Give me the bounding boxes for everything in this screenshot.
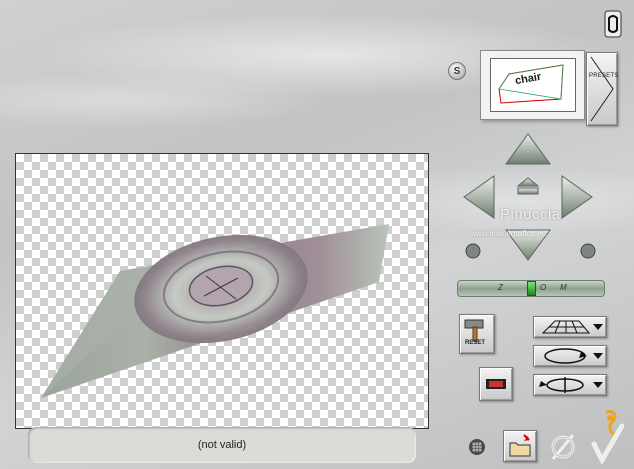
film-icon	[486, 379, 506, 389]
preview-canvas[interactable]	[15, 153, 429, 429]
rotate-vertical-icon	[539, 377, 603, 393]
arrow-left-icon[interactable]	[463, 175, 495, 219]
logo-icon	[604, 10, 622, 38]
preset-preview: chair	[490, 58, 576, 112]
settings-s-button[interactable]: S	[448, 62, 466, 80]
perspective-grid-button[interactable]	[533, 316, 607, 338]
watermark-url: www.mairiegrafica.eu	[470, 229, 547, 238]
reset-button[interactable]: RESET	[459, 314, 495, 354]
chevron-right-icon	[590, 56, 614, 122]
rotate-horizontal-button[interactable]	[533, 345, 607, 367]
slider-letter-m: M	[560, 283, 567, 292]
rotate-vertical-button[interactable]	[533, 374, 607, 396]
preset-thumbnail[interactable]: chair	[480, 50, 585, 120]
cancel-icon[interactable]	[548, 432, 578, 462]
rotate-horizontal-icon	[544, 348, 603, 364]
zoom-slider[interactable]: Z O M	[457, 280, 605, 297]
film-button[interactable]	[479, 367, 513, 401]
preview-image	[41, 224, 389, 398]
slider-letter-o: O	[540, 283, 547, 292]
arrow-up-icon[interactable]	[505, 133, 551, 165]
arrow-right-icon[interactable]	[561, 175, 593, 219]
open-folder-button[interactable]	[503, 430, 537, 462]
open-folder-icon	[509, 434, 531, 457]
ok-check-icon[interactable]	[588, 408, 625, 466]
watermark-name: Pinuccia	[500, 206, 561, 223]
s-label: S	[453, 65, 461, 77]
rotate-left-icon[interactable]	[465, 243, 481, 259]
rotate-right-icon[interactable]	[580, 243, 596, 259]
slider-letter-z: Z	[498, 283, 503, 292]
perspective-grid-icon	[541, 320, 603, 334]
grid-icon[interactable]	[468, 438, 486, 456]
reset-label: RESET	[465, 340, 486, 346]
presets-button[interactable]: PRESETS	[586, 52, 618, 126]
center-icon[interactable]	[517, 187, 539, 195]
slider-thumb[interactable]	[527, 281, 536, 296]
status-text: (not valid)	[197, 439, 247, 451]
direction-pad	[463, 133, 596, 261]
status-bar: (not valid)	[28, 427, 416, 463]
